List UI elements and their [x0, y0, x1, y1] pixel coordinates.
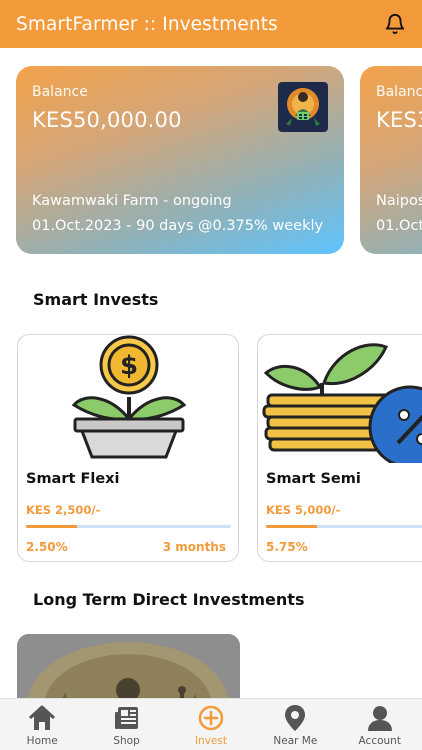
smart-invests-carousel[interactable]: $ Smart Flexi KES 2,500/- 2.50% 3 months: [0, 334, 422, 566]
invest-term: 3 months: [162, 540, 226, 554]
invest-rate: 2.50%: [26, 540, 68, 554]
invest-progress-fill: [266, 525, 318, 528]
app-root: SmartFarmer :: Investments Balance KES50…: [0, 0, 422, 750]
nav-item-invest[interactable]: Invest: [169, 699, 253, 747]
money-plant-icon: $: [71, 335, 187, 459]
bottom-navigation: Home Shop Invest Near Me Account: [0, 698, 422, 750]
app-header: SmartFarmer :: Investments: [0, 0, 422, 48]
invest-name: Smart Flexi: [26, 471, 120, 487]
invest-progress: [266, 525, 422, 528]
farm-logo: [278, 82, 328, 132]
map-pin-icon: [280, 703, 310, 733]
invest-amount: KES 2,500/-: [26, 503, 101, 517]
balance-label: Balance: [376, 84, 422, 100]
nav-label-shop: Shop: [113, 735, 140, 747]
nav-item-account[interactable]: Account: [338, 699, 422, 747]
long-term-heading: Long Term Direct Investments: [33, 590, 305, 609]
bell-icon[interactable]: [384, 13, 406, 35]
user-icon: [365, 703, 395, 733]
nav-item-shop[interactable]: Shop: [85, 699, 169, 747]
nav-item-home[interactable]: Home: [0, 699, 84, 747]
home-icon: [27, 703, 57, 733]
smart-invests-heading: Smart Invests: [33, 290, 159, 309]
invest-rate: 5.75%: [266, 540, 308, 554]
invest-card-smart-flexi[interactable]: $ Smart Flexi KES 2,500/- 2.50% 3 months: [17, 334, 239, 562]
invest-progress: [26, 525, 231, 528]
investment-terms: 01.Oct: [376, 218, 422, 234]
newspaper-icon: [112, 703, 142, 733]
nav-label-near-me: Near Me: [273, 735, 318, 747]
nav-label-account: Account: [358, 735, 401, 747]
balance-carousel[interactable]: Balance KES50,000.00 Kawamwaki Farm - on…: [0, 66, 422, 256]
svg-text:$: $: [120, 351, 138, 381]
nav-item-near-me[interactable]: Near Me: [253, 699, 337, 747]
coin-stack-plant-icon: [262, 343, 422, 463]
balance-card[interactable]: Balance KES3 Naipos 01.Oct: [360, 66, 422, 254]
farm-status: Naipos: [376, 193, 422, 209]
plus-circle-icon: [196, 703, 226, 733]
investment-terms: 01.Oct.2023 - 90 days @0.375% weekly: [32, 218, 324, 234]
balance-amount: KES3: [376, 108, 422, 132]
balance-card[interactable]: Balance KES50,000.00 Kawamwaki Farm - on…: [16, 66, 344, 254]
nav-label-home: Home: [26, 735, 58, 747]
invest-amount: KES 5,000/-: [266, 503, 341, 517]
nav-label-invest: Invest: [194, 735, 227, 747]
page-title: SmartFarmer :: Investments: [16, 13, 278, 35]
invest-name: Smart Semi: [266, 471, 361, 487]
invest-progress-fill: [26, 525, 78, 528]
invest-card-smart-semi[interactable]: Smart Semi KES 5,000/- 5.75% 6 r: [257, 334, 422, 562]
farm-status: Kawamwaki Farm - ongoing: [32, 193, 232, 209]
